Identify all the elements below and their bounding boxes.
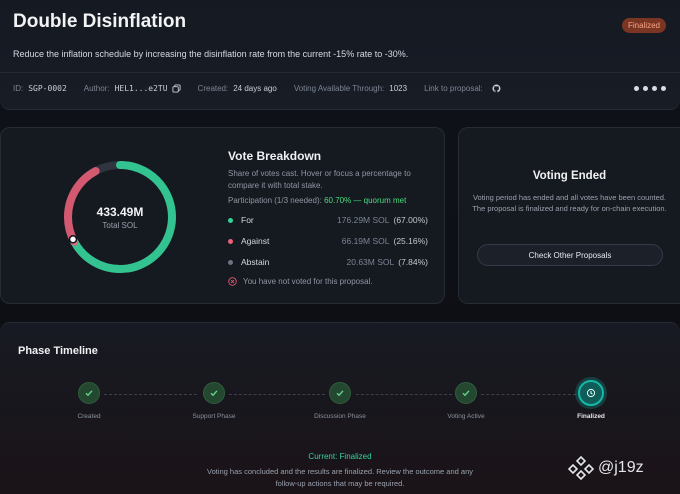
- participation-label: Participation (1/3 needed):: [228, 196, 322, 205]
- meta-link-label: Link to proposal:: [424, 84, 483, 93]
- meta-voting-value: 1023: [389, 84, 408, 93]
- meta-created-label: Created:: [197, 84, 229, 93]
- legend-amount: 176.29M SOL: [337, 215, 390, 225]
- meta-id: ID: SGP-0002: [13, 84, 67, 93]
- copy-icon[interactable]: [171, 84, 181, 93]
- legend-row-for[interactable]: For 176.29M SOL (67.00%): [228, 215, 428, 225]
- current-phase-description: Voting has concluded and the results are…: [206, 467, 473, 488]
- page-title: Double Disinflation: [13, 11, 187, 32]
- vote-breakdown-subtitle: Share of votes cast. Hover or focus a pe…: [228, 169, 411, 190]
- vote-breakdown-title: Vote Breakdown: [228, 149, 322, 163]
- vote-donut-chart: 433.49M Total SOL: [59, 156, 181, 278]
- meta-voting-label: Voting Available Through:: [293, 84, 385, 93]
- not-voted-note: You have not voted for this proposal.: [228, 277, 373, 286]
- total-value: 433.49M: [96, 204, 144, 219]
- phase-timeline-title: Phase Timeline: [18, 345, 98, 357]
- legend-percent[interactable]: (7.84%): [398, 257, 428, 267]
- vote-breakdown-card: 433.49M Total SOL Vote Breakdown Share o…: [0, 127, 445, 304]
- voting-ended-description: Voting period has ended and all votes ha…: [472, 193, 667, 213]
- meta-id-value: SGP-0002: [28, 84, 67, 93]
- meta-author: Author: HEL1...e2TU: [84, 84, 181, 93]
- check-other-proposals-button[interactable]: Check Other Proposals: [477, 244, 663, 266]
- meta-created: Created: 24 days ago: [198, 84, 277, 93]
- check-icon: [78, 382, 100, 404]
- phase-label: Discussion Phase: [314, 413, 366, 420]
- against-color-dot: [228, 238, 233, 244]
- logo-icon: [568, 455, 594, 481]
- status-badge: Finalized: [621, 18, 666, 33]
- legend-name: Abstain: [241, 257, 270, 267]
- participation: Participation (1/3 needed): 60.70% — quo…: [228, 196, 406, 205]
- proposal-header: Double Disinflation Finalized Reduce the…: [0, 0, 680, 110]
- more-dots-icon[interactable]: [634, 86, 666, 91]
- not-voted-text: You have not voted for this proposal.: [243, 277, 373, 286]
- phase-label: Created: [77, 413, 101, 420]
- phase-discussion: Discussion Phase: [295, 382, 385, 420]
- participation-value: 60.70% — quorum met: [324, 196, 407, 205]
- watermark-text: @j19z: [598, 459, 644, 476]
- meta-row: ID: SGP-0002 Author: HEL1...e2TU Created…: [13, 84, 666, 93]
- for-color-dot: [228, 217, 233, 223]
- legend-amount: 20.63M SOL: [346, 257, 395, 267]
- donut-center: 433.49M Total SOL: [59, 156, 181, 278]
- github-icon[interactable]: [492, 84, 501, 93]
- check-icon: [203, 382, 225, 404]
- meta-created-value: 24 days ago: [233, 84, 277, 93]
- phase-label: Voting Active: [447, 413, 485, 420]
- meta-author-value: HEL1...e2TU: [114, 84, 168, 93]
- phase-label: Support Phase: [192, 413, 236, 420]
- total-label: Total SOL: [102, 220, 138, 230]
- check-icon: [329, 382, 351, 404]
- divider: [0, 72, 680, 73]
- meta-link: Link to proposal:: [424, 84, 501, 93]
- meta-id-label: ID:: [13, 84, 24, 93]
- legend-row-against[interactable]: Against 66.19M SOL (25.16%): [228, 236, 428, 246]
- phase-voting-active: Voting Active: [421, 382, 511, 420]
- clock-icon: [578, 380, 604, 406]
- legend-amount: 66.19M SOL: [341, 236, 390, 246]
- voting-ended-title: Voting Ended: [532, 170, 607, 182]
- legend-percent[interactable]: (25.16%): [394, 236, 429, 246]
- watermark: @j19z: [568, 455, 644, 481]
- legend-row-abstain[interactable]: Abstain 20.63M SOL (7.84%): [228, 257, 428, 267]
- check-icon: [455, 382, 477, 404]
- legend-name: For: [241, 215, 254, 225]
- phase-label: Finalized: [577, 413, 605, 420]
- meta-author-label: Author:: [83, 84, 110, 93]
- phase-support: Support Phase: [169, 382, 259, 420]
- phase-finalized: Finalized: [546, 380, 636, 420]
- proposal-description: Reduce the inflation schedule by increas…: [13, 49, 409, 59]
- x-circle-icon: [228, 277, 237, 286]
- phase-created: Created: [44, 382, 134, 420]
- meta-voting: Voting Available Through: 1023: [294, 84, 407, 93]
- legend-name: Against: [241, 236, 270, 246]
- legend-percent[interactable]: (67.00%): [394, 215, 429, 225]
- voting-ended-card: Voting Ended Voting period has ended and…: [458, 127, 680, 304]
- abstain-color-dot: [228, 259, 233, 265]
